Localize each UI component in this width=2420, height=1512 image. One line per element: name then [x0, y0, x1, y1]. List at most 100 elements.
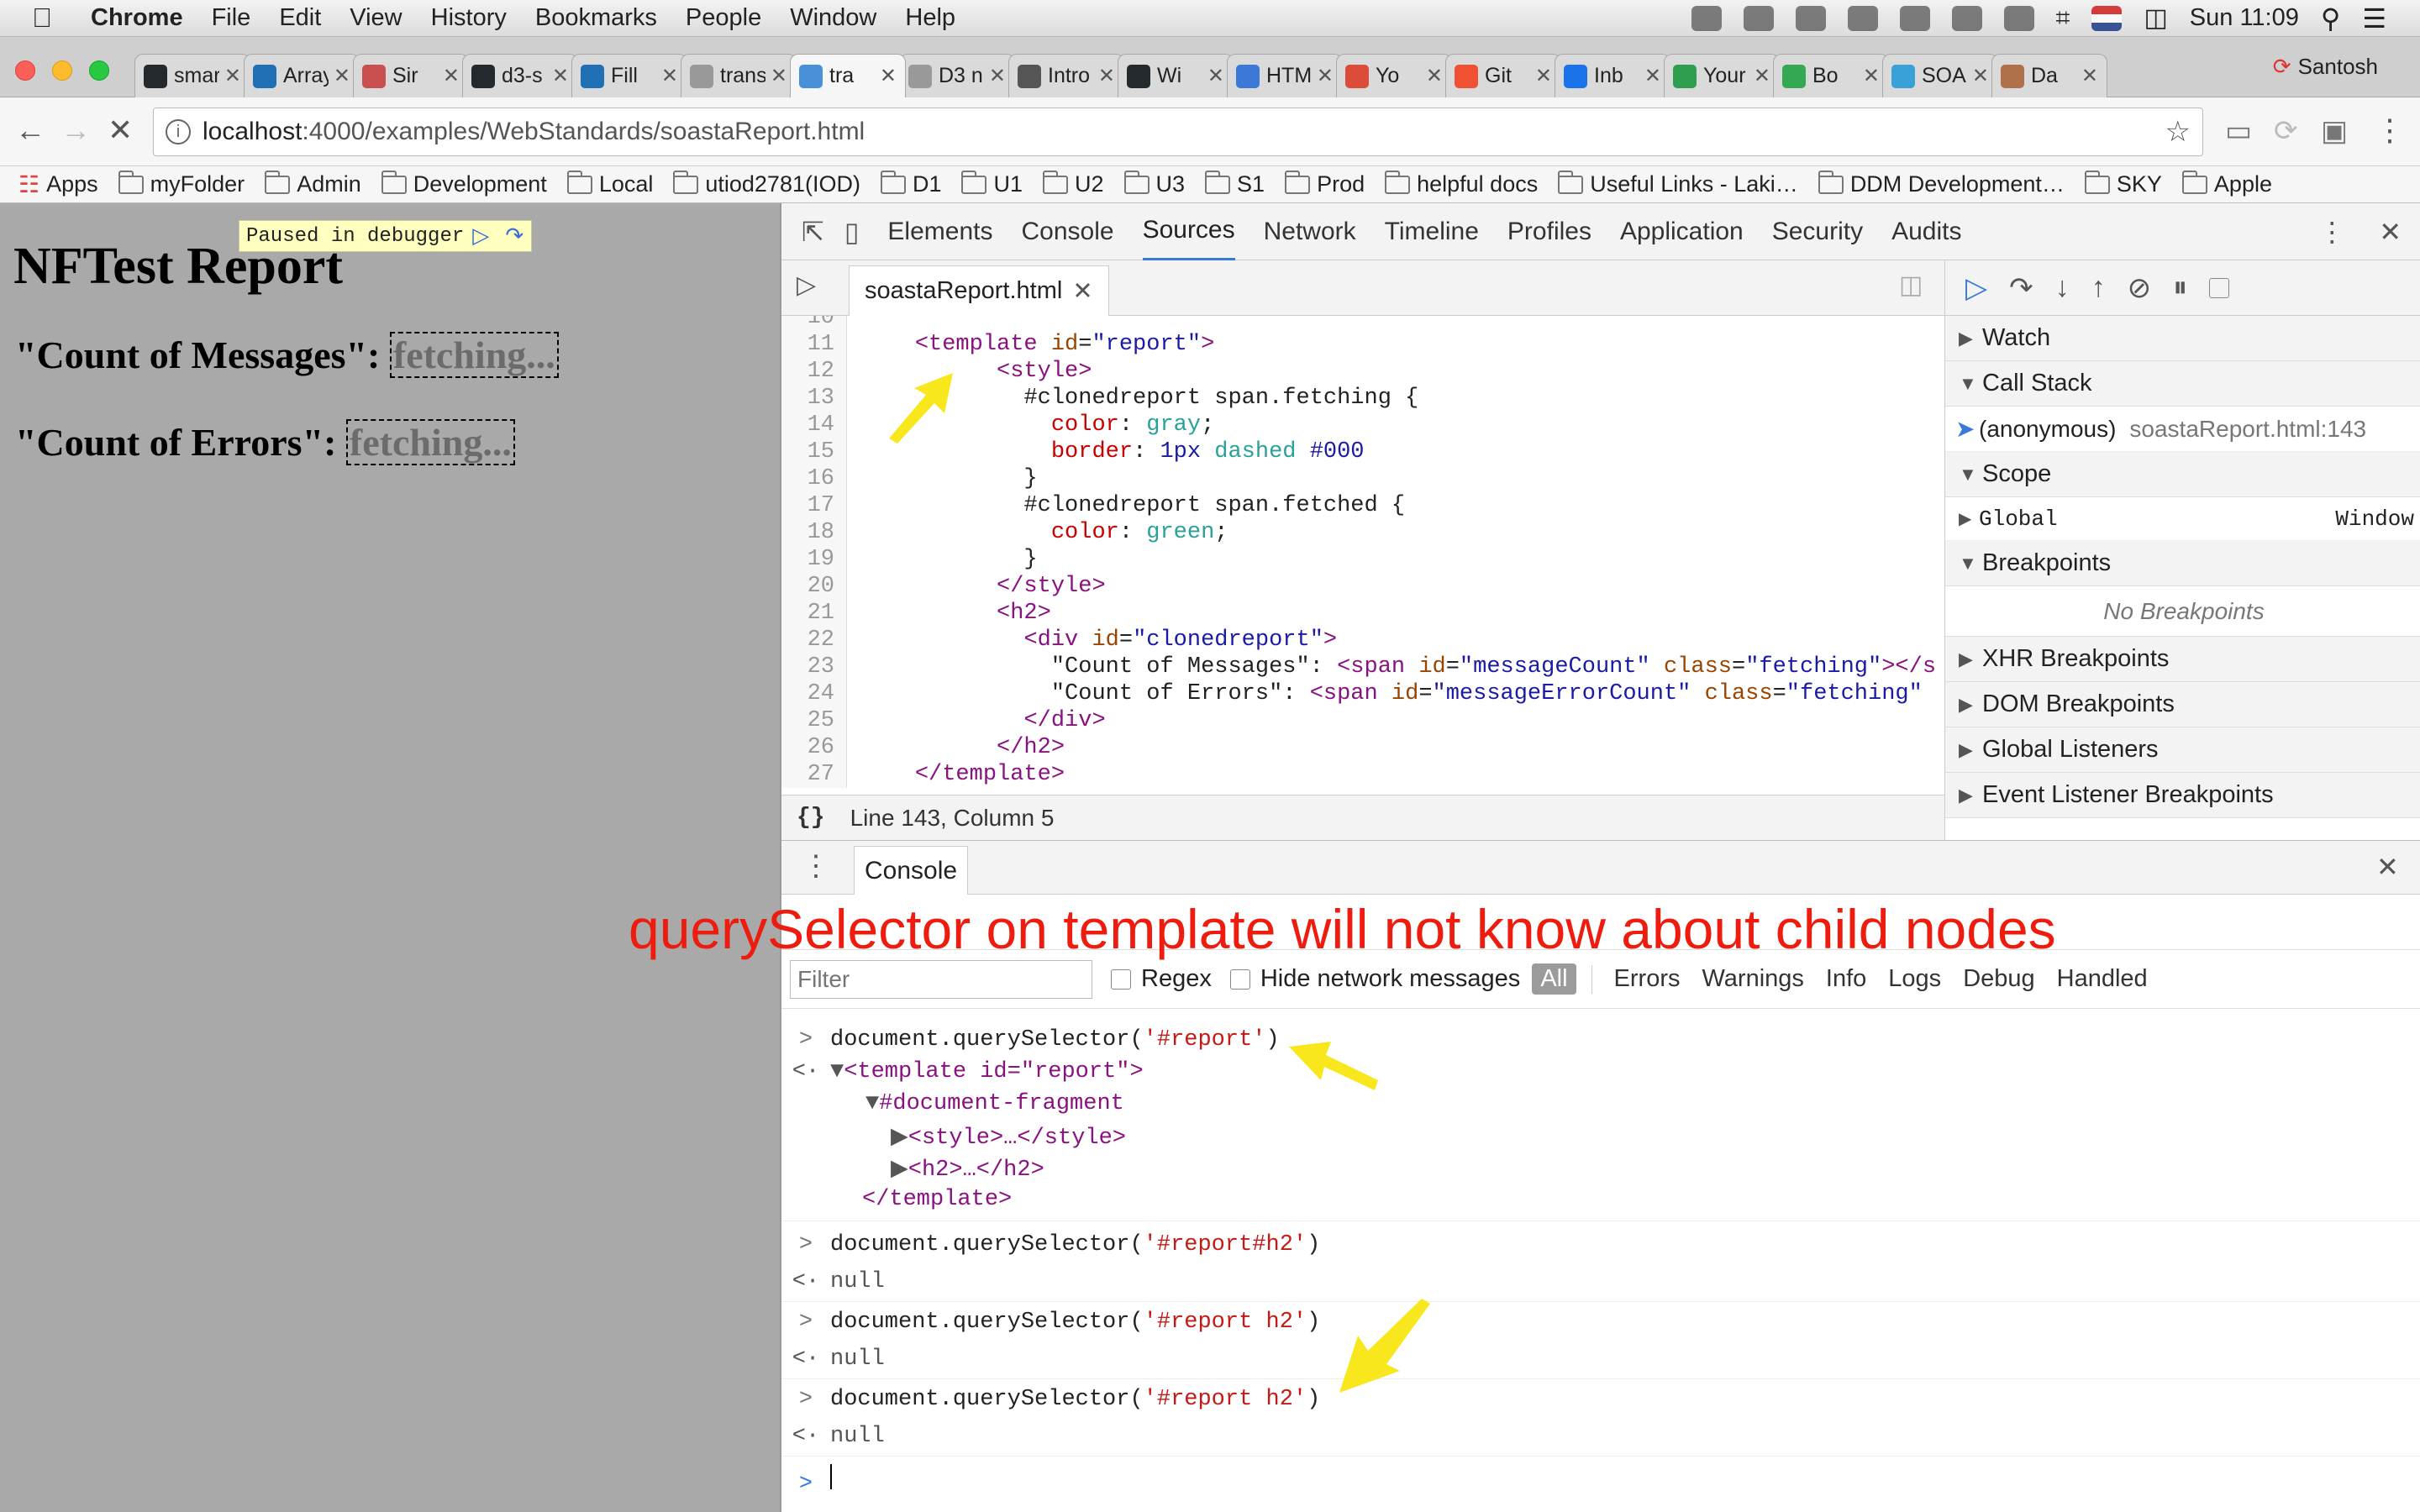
tab-close-icon[interactable]: ✕: [334, 64, 350, 88]
bookmark-item[interactable]: DDM Development…: [1818, 170, 2065, 197]
bookmark-item[interactable]: ☷ Apps: [18, 171, 98, 198]
tab-sources[interactable]: Sources: [1142, 203, 1235, 260]
browser-tab[interactable]: Array ✕: [244, 54, 360, 97]
menu-app-name[interactable]: Chrome: [91, 4, 183, 32]
device-mode-icon[interactable]: ▯: [844, 216, 860, 248]
line-number[interactable]: 22: [781, 627, 847, 654]
line-number[interactable]: 15: [781, 438, 847, 465]
tab-close-icon[interactable]: ✕: [1863, 64, 1880, 88]
step-over-icon[interactable]: ↷: [497, 221, 531, 251]
step-over-icon[interactable]: ↷: [2009, 271, 2033, 305]
tree-style-row[interactable]: ▶<style>…</style>: [781, 1123, 2420, 1151]
bookmark-item[interactable]: S1: [1205, 170, 1265, 197]
bookmark-item[interactable]: Development: [381, 170, 547, 197]
watch-section[interactable]: ▶ Watch: [1945, 316, 2420, 361]
hide-network-checkbox[interactable]: [1229, 969, 1250, 990]
call-stack-section[interactable]: ▼ Call Stack: [1945, 361, 2420, 407]
extension-icon[interactable]: ⟳: [2274, 114, 2298, 148]
level-info[interactable]: Info: [1826, 965, 1866, 993]
input-source-flag-icon[interactable]: [2091, 5, 2123, 31]
antivirus-icon[interactable]: [1795, 5, 1826, 31]
code-line[interactable]: 10: [781, 316, 1944, 331]
bookmark-star-icon[interactable]: ☆: [2165, 115, 2191, 149]
line-number[interactable]: 23: [781, 654, 847, 680]
menu-people[interactable]: People: [686, 4, 761, 32]
apple-menu-icon[interactable]: : [32, 3, 66, 34]
tab-close-icon[interactable]: ✕: [552, 64, 569, 88]
line-number[interactable]: 13: [781, 385, 847, 412]
window-zoom-button[interactable]: [89, 60, 109, 81]
scope-section[interactable]: ▼ Scope: [1945, 452, 2420, 497]
toggle-navigator-icon[interactable]: ▷: [797, 270, 816, 300]
line-number[interactable]: 24: [781, 680, 847, 707]
tab-close-icon[interactable]: ✕: [224, 64, 241, 88]
browser-tab[interactable]: Yo ✕: [1336, 54, 1452, 97]
tab-application[interactable]: Application: [1620, 203, 1744, 260]
close-file-icon[interactable]: ✕: [1072, 276, 1092, 306]
line-number[interactable]: 25: [781, 707, 847, 734]
resume-icon[interactable]: ▷: [464, 221, 497, 251]
menu-file[interactable]: File: [212, 4, 251, 32]
devtools-close-icon[interactable]: ✕: [2379, 216, 2402, 248]
breakpoints-section[interactable]: ▼ Breakpoints: [1945, 541, 2420, 586]
code-line[interactable]: 17 #clonedreport span.fetched {: [781, 492, 1944, 519]
spotlight-search-icon[interactable]: ⚲: [2321, 3, 2340, 34]
wifi-icon[interactable]: ⌗: [2056, 4, 2070, 33]
browser-tab[interactable]: SOAS✕: [1882, 54, 1998, 97]
bookmark-item[interactable]: helpful docs: [1385, 170, 1538, 197]
window-minimize-button[interactable]: [52, 60, 72, 81]
console-result-tree[interactable]: <· ▼<template id="report">: [781, 1059, 2420, 1084]
drawer-tab-console[interactable]: Console: [854, 846, 969, 895]
code-line[interactable]: 21 <h2>: [781, 600, 1944, 627]
tab-close-icon[interactable]: ✕: [2081, 64, 2098, 88]
resume-icon[interactable]: ▷: [1965, 271, 1987, 305]
tab-elements[interactable]: Elements: [887, 203, 992, 260]
battery-icon[interactable]: ◫: [2144, 3, 2167, 33]
tab-security[interactable]: Security: [1772, 203, 1863, 260]
stop-loading-icon[interactable]: ✕: [108, 113, 133, 148]
browser-tab[interactable]: smar ✕: [134, 54, 250, 97]
console-filter-input[interactable]: [790, 959, 1092, 999]
browser-tab[interactable]: Intro ✕: [1008, 54, 1124, 97]
bookmark-item[interactable]: Apple: [2181, 170, 2272, 197]
line-number[interactable]: 18: [781, 519, 847, 546]
devtools-menu-icon[interactable]: ⋮: [2318, 216, 2345, 248]
menu-edit[interactable]: Edit: [279, 4, 321, 32]
bookmark-item[interactable]: Local: [566, 170, 653, 197]
tab-close-icon[interactable]: ✕: [1426, 64, 1443, 88]
level-warnings[interactable]: Warnings: [1702, 965, 1804, 993]
dom-breakpoints-section[interactable]: ▶ DOM Breakpoints: [1945, 682, 2420, 727]
bookmark-item[interactable]: Prod: [1285, 170, 1365, 197]
browser-tab[interactable]: D3 n ✕: [899, 54, 1015, 97]
lock-icon[interactable]: [2003, 5, 2034, 31]
level-errors[interactable]: Errors: [1614, 965, 1681, 993]
menu-history[interactable]: History: [431, 4, 507, 32]
level-all[interactable]: All: [1532, 963, 1576, 995]
browser-tab[interactable]: trans ✕: [681, 54, 797, 97]
tab-close-icon[interactable]: ✕: [661, 64, 678, 88]
deactivate-breakpoints-icon[interactable]: ⊘: [2128, 271, 2152, 305]
line-number[interactable]: 16: [781, 465, 847, 492]
chrome-menu-icon[interactable]: ⋮: [2375, 113, 2405, 148]
bookmark-item[interactable]: D1: [880, 170, 941, 197]
browser-tab[interactable]: Wi ✕: [1118, 54, 1234, 97]
bookmark-item[interactable]: myFolder: [118, 170, 245, 197]
tab-close-icon[interactable]: ✕: [989, 64, 1006, 88]
tab-console[interactable]: Console: [1021, 203, 1113, 260]
line-number[interactable]: 20: [781, 573, 847, 600]
status-app-icon[interactable]: [1951, 5, 1982, 31]
line-number[interactable]: 19: [781, 546, 847, 573]
browser-tab[interactable]: Fill ✕: [571, 54, 687, 97]
tab-close-icon[interactable]: ✕: [880, 64, 897, 88]
tab-timeline[interactable]: Timeline: [1385, 203, 1479, 260]
code-line[interactable]: 16 }: [781, 465, 1944, 492]
code-line[interactable]: 18 color: green;: [781, 519, 1944, 546]
level-debug[interactable]: Debug: [1963, 965, 2034, 993]
bookmark-item[interactable]: U1: [961, 170, 1023, 197]
tab-close-icon[interactable]: ✕: [443, 64, 460, 88]
tab-network[interactable]: Network: [1264, 203, 1356, 260]
menu-bookmarks[interactable]: Bookmarks: [535, 4, 657, 32]
code-line[interactable]: 24 "Count of Errors": <span id="messageE…: [781, 680, 1944, 707]
browser-tab[interactable]: d3-s ✕: [462, 54, 578, 97]
cast-icon[interactable]: ▭: [2225, 114, 2252, 148]
